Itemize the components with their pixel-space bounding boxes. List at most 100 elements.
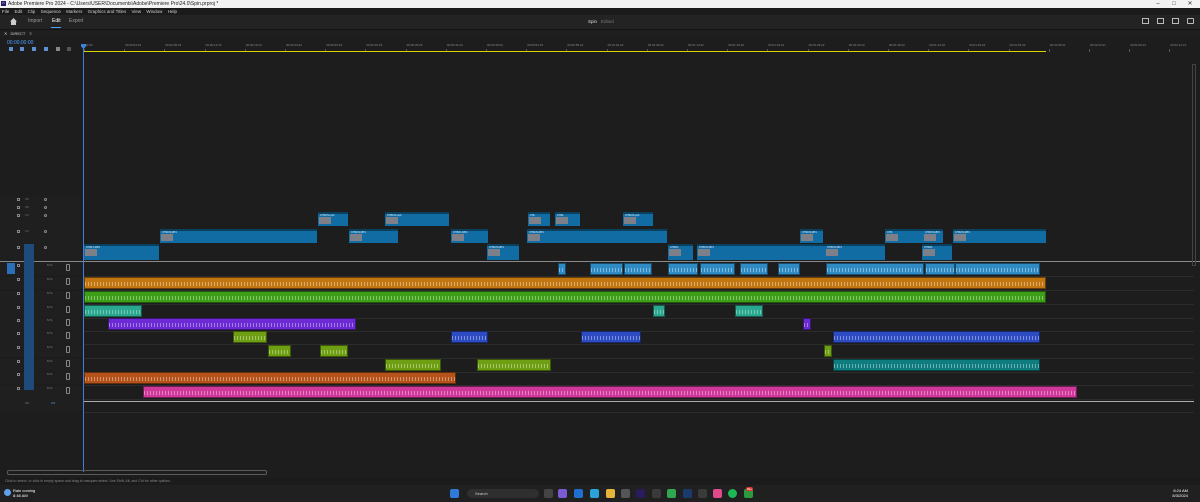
audio-clip[interactable] [653,305,665,317]
audio-clip[interactable] [590,263,623,275]
mute-solo-buttons[interactable]: M S [47,291,52,295]
lock-track-icon[interactable] [17,360,20,363]
photoshop-icon[interactable] [683,489,692,498]
app-icon[interactable] [652,489,661,498]
voice-over-record-icon[interactable] [66,360,70,367]
lock-track-icon[interactable] [17,214,20,217]
audio-clip[interactable] [740,263,768,275]
audio-clip[interactable] [84,291,1046,303]
source-patch-a1[interactable] [7,263,15,274]
browser-icon[interactable] [590,489,599,498]
track-label[interactable]: V5 [25,205,29,209]
video-clip[interactable]: CHSCN.mp4 [623,212,653,226]
lock-track-icon[interactable] [17,246,20,249]
track-label[interactable]: V4 [25,213,29,217]
mute-solo-buttons[interactable]: M S [47,359,52,363]
audio-clip[interactable] [385,359,441,371]
toggle-output-icon[interactable] [44,214,47,217]
audio-clip[interactable] [84,277,1046,289]
voice-over-record-icon[interactable] [66,306,70,313]
track-label[interactable]: V3 [25,229,29,233]
video-clip[interactable]: CHSOL [668,244,693,260]
lock-track-icon[interactable] [17,373,20,376]
video-clip[interactable]: CHSCN.mp4 [385,212,449,226]
toggle-output-icon[interactable] [44,206,47,209]
audio-clip[interactable] [268,345,291,357]
audio-clip[interactable] [735,305,763,317]
lock-track-icon[interactable] [17,292,20,295]
audio-clip[interactable] [558,263,566,275]
system-clock[interactable]: 8:24 AM 8/3/2024 [1172,488,1188,498]
start-icon[interactable] [450,489,459,498]
video-clip[interactable]: CHSOL.MP4 [451,229,488,243]
mute-solo-buttons[interactable]: M S [47,305,52,309]
video-clip[interactable]: CHSCN.MP4 [800,229,823,243]
weather-widget[interactable]: Rain coming 8:48 AM [13,488,35,498]
video-clip[interactable]: CHSCN.MP4 [527,229,667,243]
audio-clip[interactable] [320,345,348,357]
store-icon[interactable] [621,489,630,498]
mute-solo-buttons[interactable]: M S [47,372,52,376]
lock-track-icon[interactable] [17,387,20,390]
horizontal-zoom-scrollbar[interactable] [7,470,267,475]
instagram-icon[interactable] [713,489,722,498]
lock-track-icon[interactable] [17,306,20,309]
notes-icon[interactable] [698,489,707,498]
audio-clip[interactable] [668,263,698,275]
lock-track-icon[interactable] [17,319,20,322]
audio-clip[interactable] [803,318,811,330]
vertical-scrollbar[interactable] [1192,64,1196,266]
audio-clip[interactable] [84,372,456,384]
voice-over-record-icon[interactable] [66,332,70,339]
track-label[interactable]: V6 [25,197,29,201]
video-clip[interactable]: CHL [528,212,550,226]
voice-over-record-icon[interactable] [66,292,70,299]
teams-icon[interactable] [558,489,567,498]
voice-over-record-icon[interactable] [66,373,70,380]
premiere-taskbar-icon[interactable] [636,489,645,498]
video-clip[interactable]: CHSCN.MP4 [697,244,827,260]
lock-track-icon[interactable] [17,278,20,281]
toggle-output-icon[interactable] [44,246,47,249]
playhead-line[interactable] [83,44,84,472]
voice-over-record-icon[interactable] [66,346,70,353]
video-clip[interactable]: CHSCN.MP4 [487,244,519,260]
audio-clip[interactable] [925,263,955,275]
audio-clip[interactable] [826,263,924,275]
taskbar-search[interactable]: Search [467,489,539,498]
chrome-icon[interactable] [667,489,676,498]
video-clip[interactable]: CHSCN.MP4 [953,229,1046,243]
video-clip[interactable]: CHSL [555,212,580,226]
voice-over-record-icon[interactable] [66,264,70,271]
toggle-output-icon[interactable] [44,230,47,233]
track-target-highlight[interactable] [24,244,34,390]
video-clip[interactable]: CHSCN.MP4 [349,229,398,243]
video-clip[interactable]: CHSCN.mp4 [318,212,348,226]
lock-track-icon[interactable] [17,206,20,209]
lock-track-icon[interactable] [17,332,20,335]
audio-clip[interactable] [833,359,1040,371]
mute-solo-buttons[interactable]: M S [47,277,52,281]
audio-clip[interactable] [700,263,735,275]
toggle-output-icon[interactable] [44,198,47,201]
lock-track-icon[interactable] [17,230,20,233]
lock-track-icon[interactable] [17,346,20,349]
voice-over-record-icon[interactable] [66,319,70,326]
mix-value[interactable]: 0.0 [51,401,55,405]
audio-clip[interactable] [477,359,551,371]
video-clip[interactable]: CHSCN.MP4 [160,229,317,243]
video-clip[interactable]: CHSL7.MP4 [84,244,159,260]
audio-clip[interactable] [833,331,1040,343]
audio-clip[interactable] [233,331,267,343]
spotify-icon[interactable] [728,489,737,498]
video-clip[interactable]: CHSCN.MP4 [923,229,943,243]
lock-track-icon[interactable] [17,264,20,267]
audio-clip[interactable] [824,345,832,357]
video-clip[interactable]: CHSOL [922,244,952,260]
mute-solo-buttons[interactable]: M S [47,331,52,335]
video-clip[interactable]: CHSCN.MP4 [825,244,885,260]
lock-track-icon[interactable] [17,198,20,201]
mute-solo-buttons[interactable]: M S [47,386,52,390]
audio-clip[interactable] [778,263,800,275]
audio-clip[interactable] [955,263,1040,275]
